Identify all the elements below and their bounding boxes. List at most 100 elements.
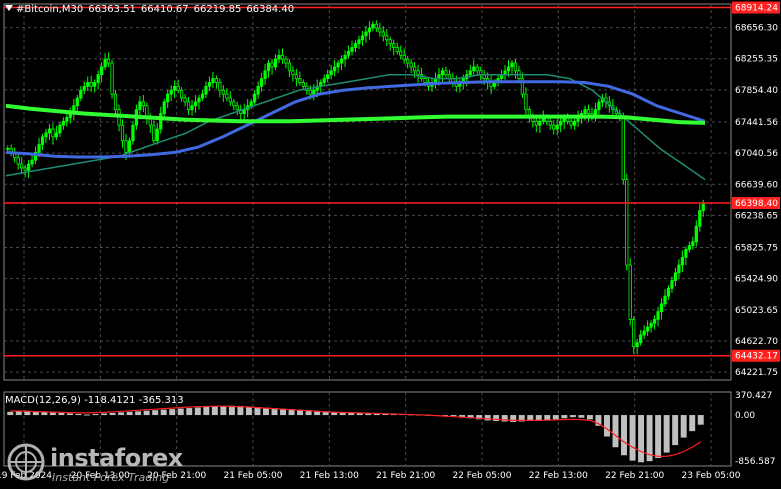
candle-body bbox=[37, 144, 41, 153]
macd-histogram-bar bbox=[535, 415, 542, 421]
macd-histogram-bar bbox=[621, 415, 628, 456]
candle-body bbox=[378, 27, 382, 33]
candle-body bbox=[298, 78, 302, 83]
candle-body bbox=[23, 167, 27, 171]
candle-body bbox=[113, 93, 118, 111]
candle-body bbox=[559, 120, 563, 126]
candle-body bbox=[51, 128, 55, 138]
candle-body bbox=[677, 264, 681, 274]
instaforex-logo-icon bbox=[7, 443, 45, 481]
candle-body bbox=[253, 93, 257, 103]
candle-body bbox=[586, 109, 591, 114]
candle-body bbox=[301, 82, 305, 87]
macd-histogram-bar bbox=[58, 412, 65, 416]
macd-histogram-bar bbox=[586, 415, 593, 420]
x-tick-label: 21 Feb 21:00 bbox=[376, 471, 435, 481]
candle-body bbox=[329, 70, 333, 76]
candle-body bbox=[232, 101, 236, 107]
macd-histogram-bar bbox=[603, 415, 610, 437]
x-tick-label: 22 Feb 21:00 bbox=[605, 471, 664, 481]
candle-body bbox=[273, 58, 278, 68]
candle-body bbox=[173, 85, 177, 91]
macd-histogram-bar bbox=[194, 407, 201, 416]
macd-histogram-bar bbox=[629, 415, 636, 461]
macd-histogram-bar bbox=[92, 413, 99, 416]
candle-body bbox=[40, 136, 45, 146]
candle-body bbox=[141, 101, 145, 107]
collapse-triangle-icon[interactable] bbox=[5, 5, 13, 11]
x-tick-label: 21 Feb 05:00 bbox=[223, 471, 282, 481]
macd-histogram-bar bbox=[135, 411, 142, 416]
macd-histogram-bar bbox=[544, 415, 551, 420]
candle-body bbox=[652, 319, 657, 324]
candle-body bbox=[367, 27, 372, 33]
macd-label: MACD(12,26,9) bbox=[5, 395, 81, 406]
candle-body bbox=[371, 23, 375, 29]
y-tick-label: 68255.35 bbox=[735, 55, 778, 65]
candle-body bbox=[16, 157, 20, 165]
candle-body bbox=[673, 272, 678, 281]
candle-body bbox=[333, 66, 337, 72]
candle-body bbox=[552, 124, 556, 130]
candle-body bbox=[312, 89, 316, 95]
candle-body bbox=[263, 70, 267, 79]
candle-body bbox=[698, 210, 702, 227]
close-value: 66384.40 bbox=[246, 4, 295, 15]
candle-body bbox=[628, 264, 632, 320]
y-tick-label: 66238.65 bbox=[735, 211, 778, 221]
candle-body bbox=[242, 109, 246, 114]
candle-body bbox=[621, 117, 625, 180]
y-tick-label: 66639.60 bbox=[735, 180, 778, 190]
candle-body bbox=[308, 89, 312, 95]
instaforex-logo: instaforex Instant Forex Trading bbox=[6, 438, 186, 486]
macd-histogram-bar bbox=[211, 406, 218, 416]
macd-histogram-bar bbox=[484, 415, 491, 421]
candle-body bbox=[632, 319, 636, 347]
macd-histogram-bar bbox=[663, 415, 670, 453]
macd-histogram-bar bbox=[109, 412, 116, 416]
candle-body bbox=[548, 120, 552, 126]
candle-body bbox=[326, 74, 330, 79]
macd-histogram-bar bbox=[245, 406, 252, 416]
candle-body bbox=[225, 93, 229, 99]
candle-body bbox=[211, 78, 215, 83]
candle-body bbox=[583, 109, 587, 114]
x-tick-label: 22 Feb 13:00 bbox=[529, 471, 588, 481]
macd-histogram-bar bbox=[66, 413, 73, 416]
candle-body bbox=[336, 62, 340, 68]
candle-body bbox=[639, 334, 643, 344]
macd-histogram-bar bbox=[493, 415, 500, 421]
candle-body bbox=[131, 124, 135, 142]
candle-body bbox=[96, 74, 100, 83]
macd-histogram-bar bbox=[578, 415, 585, 418]
macd-histogram-bar bbox=[561, 415, 568, 419]
candle-body bbox=[538, 120, 542, 126]
candle-body bbox=[138, 101, 142, 111]
macd-histogram-bar bbox=[672, 415, 679, 446]
candle-body bbox=[152, 124, 156, 142]
candle-body bbox=[259, 78, 264, 87]
candle-body bbox=[169, 89, 173, 95]
main-pane-frame bbox=[3, 3, 732, 381]
candle-body bbox=[402, 54, 406, 60]
candle-body bbox=[646, 326, 650, 332]
candle-body bbox=[475, 66, 479, 72]
candle-body bbox=[406, 58, 410, 64]
macd-histogram-bar bbox=[101, 413, 108, 416]
candle-body bbox=[190, 105, 194, 111]
candle-body bbox=[360, 35, 365, 41]
candle-body bbox=[388, 39, 392, 45]
chart-canvas: 68656.30 68255.35 67854.40 67441.56 67040.56… bbox=[0, 1, 780, 481]
candle-body bbox=[392, 43, 396, 48]
candle-body bbox=[58, 124, 62, 134]
candle-body bbox=[207, 82, 212, 87]
macd-histogram-bar bbox=[186, 408, 193, 416]
price-label-text: 66398.40 bbox=[735, 199, 778, 209]
candle-body bbox=[162, 101, 166, 114]
candle-body bbox=[409, 62, 413, 68]
macd-y-tick-label: 0.00 bbox=[735, 411, 755, 421]
candle-body bbox=[670, 280, 674, 289]
candle-body bbox=[218, 82, 222, 91]
candle-body bbox=[26, 163, 31, 171]
candle-body bbox=[166, 93, 170, 103]
